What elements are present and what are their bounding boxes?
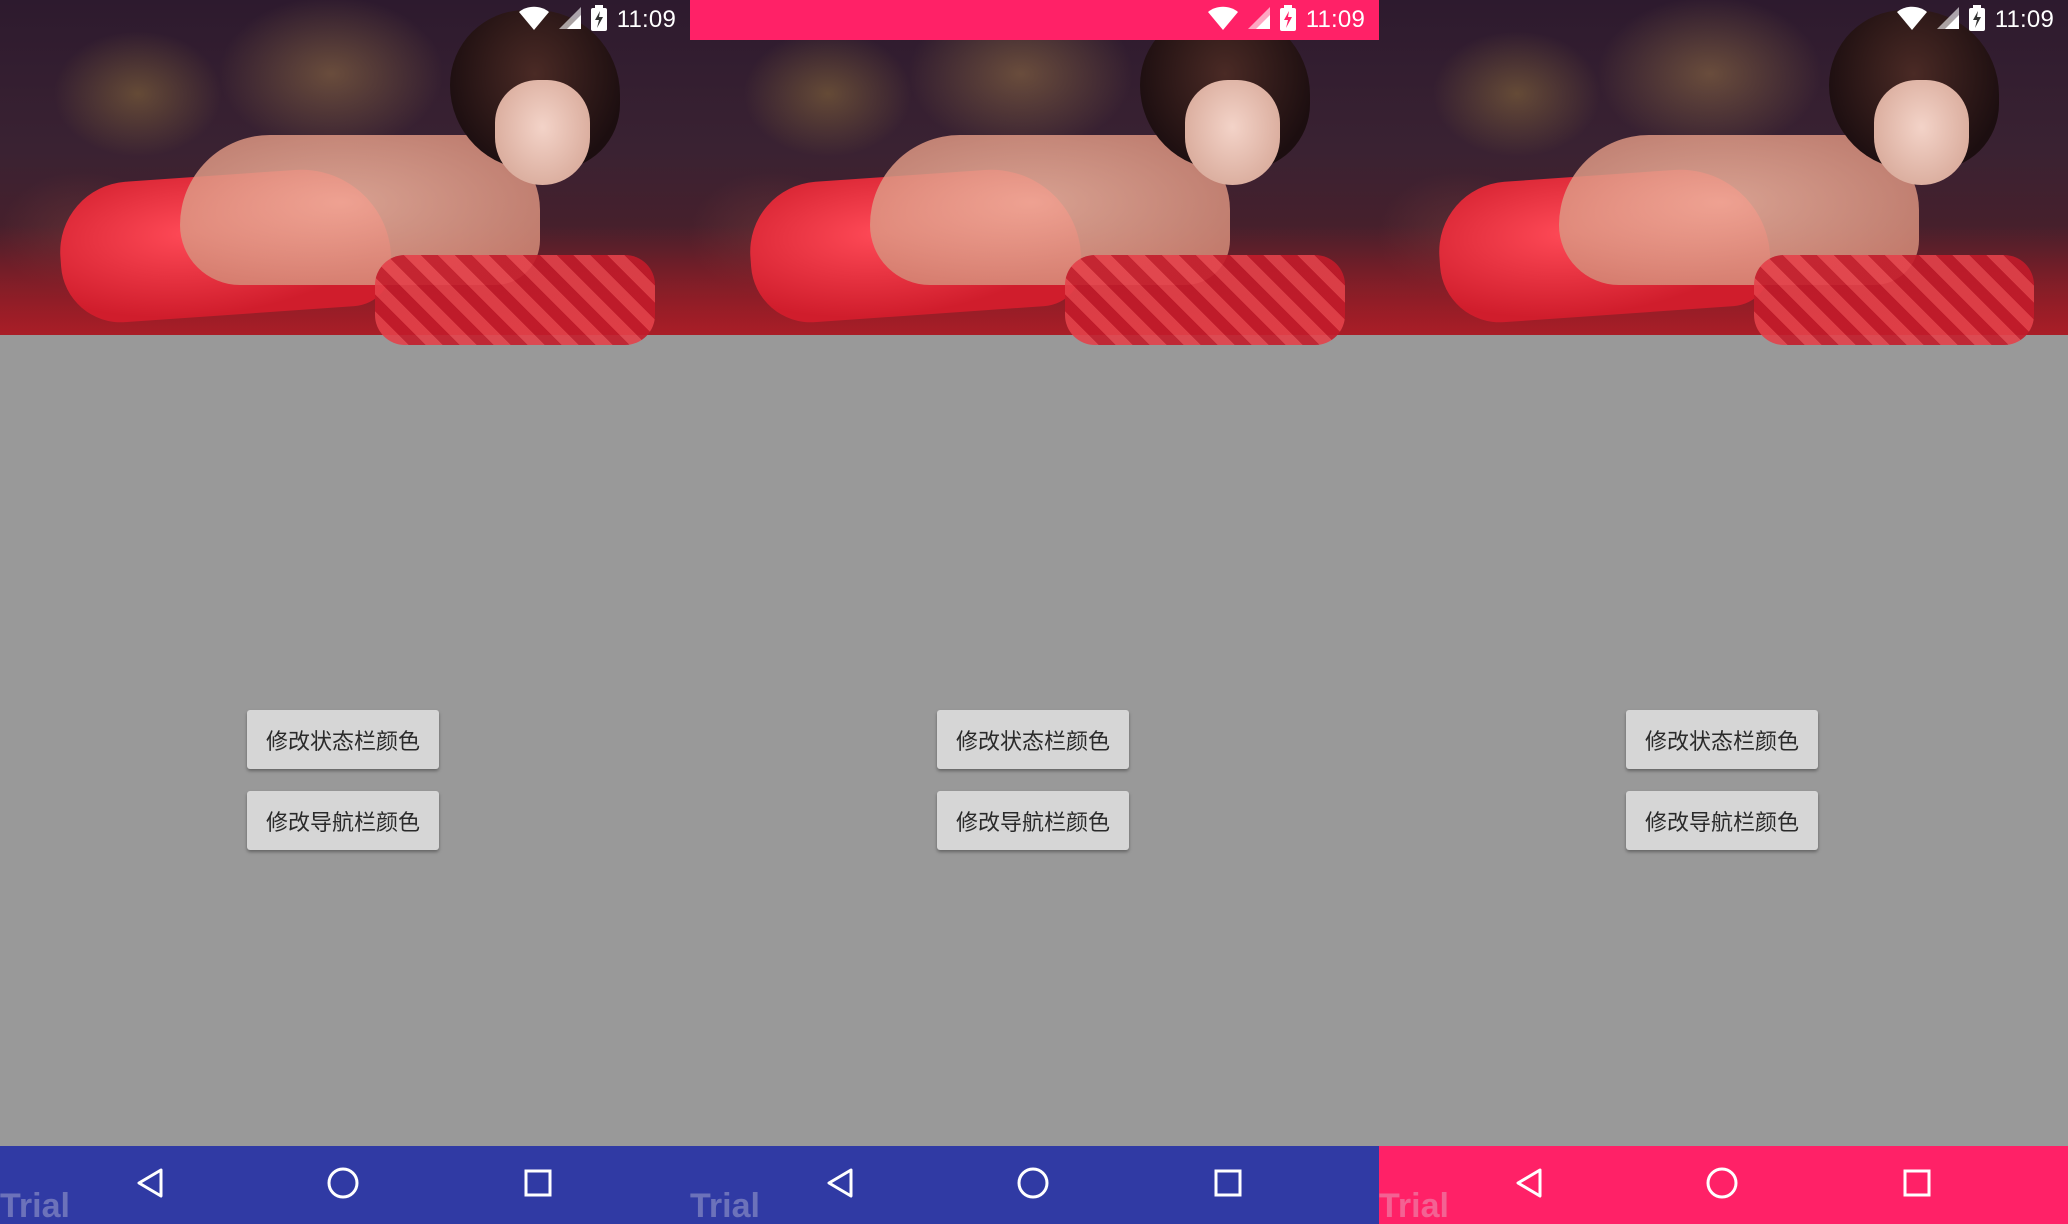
- header-photo: [1379, 0, 2068, 345]
- phone-screen-3: 11:09 修改状态栏颜色 修改导航栏颜色 Trial: [1379, 0, 2068, 1224]
- home-button[interactable]: [988, 1146, 1078, 1224]
- home-button[interactable]: [1677, 1146, 1767, 1224]
- trial-watermark: Trial: [690, 1187, 760, 1224]
- recents-button[interactable]: [493, 1146, 583, 1224]
- home-button[interactable]: [298, 1146, 388, 1224]
- battery-charging-icon: [590, 5, 607, 35]
- recents-button[interactable]: [1872, 1146, 1962, 1224]
- back-triangle-icon: [135, 1167, 165, 1203]
- home-circle-icon: [326, 1166, 360, 1204]
- clock: 11:09: [616, 6, 676, 33]
- change-status-bar-color-button[interactable]: 修改状态栏颜色: [1626, 710, 1818, 769]
- wifi-icon: [518, 6, 549, 34]
- change-status-bar-color-button[interactable]: 修改状态栏颜色: [247, 710, 439, 769]
- navigation-bar: Trial: [690, 1146, 1379, 1224]
- phone-screen-2: 11:09 修改状态栏颜色 修改导航栏颜色 Trial: [690, 0, 1379, 1224]
- recents-button[interactable]: [1183, 1146, 1273, 1224]
- trial-watermark: Trial: [0, 1187, 70, 1224]
- status-bar: 11:09: [690, 0, 1379, 40]
- battery-charging-icon: [1279, 5, 1296, 35]
- recents-square-icon: [523, 1168, 553, 1202]
- home-circle-icon: [1016, 1166, 1050, 1204]
- battery-charging-icon: [1968, 5, 1985, 35]
- phone-screen-1: 11:09 修改状态栏颜色 修改导航栏颜色 Trial: [0, 0, 690, 1224]
- trial-watermark: Trial: [1379, 1187, 1449, 1224]
- signal-icon: [1936, 7, 1959, 33]
- back-button[interactable]: [105, 1146, 195, 1224]
- signal-icon: [1247, 7, 1270, 33]
- navigation-bar: Trial: [0, 1146, 690, 1224]
- change-status-bar-color-button[interactable]: 修改状态栏颜色: [937, 710, 1129, 769]
- back-button[interactable]: [1484, 1146, 1574, 1224]
- clock: 11:09: [1305, 6, 1365, 33]
- change-nav-bar-color-button[interactable]: 修改导航栏颜色: [1626, 791, 1818, 850]
- wifi-icon: [1207, 6, 1238, 34]
- clock: 11:09: [1994, 6, 2054, 33]
- change-nav-bar-color-button[interactable]: 修改导航栏颜色: [937, 791, 1129, 850]
- wifi-icon: [1896, 6, 1927, 34]
- screenshot-row: 11:09 修改状态栏颜色 修改导航栏颜色 Trial 11:09 修改状态栏颜…: [0, 0, 2068, 1224]
- header-photo: [0, 0, 690, 345]
- back-button[interactable]: [795, 1146, 885, 1224]
- header-photo: [690, 0, 1379, 345]
- change-nav-bar-color-button[interactable]: 修改导航栏颜色: [247, 791, 439, 850]
- home-circle-icon: [1705, 1166, 1739, 1204]
- recents-square-icon: [1213, 1168, 1243, 1202]
- signal-icon: [558, 7, 581, 33]
- back-triangle-icon: [1514, 1167, 1544, 1203]
- status-bar: 11:09: [0, 0, 690, 40]
- status-bar: 11:09: [1379, 0, 2068, 40]
- recents-square-icon: [1902, 1168, 1932, 1202]
- back-triangle-icon: [825, 1167, 855, 1203]
- navigation-bar: Trial: [1379, 1146, 2068, 1224]
